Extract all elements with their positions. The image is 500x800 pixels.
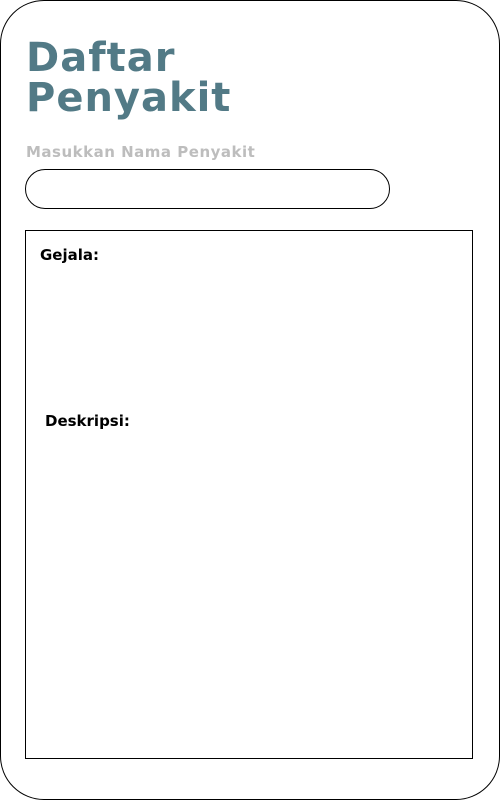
disease-name-input[interactable] — [25, 169, 390, 209]
title-line-2: Penyakit — [26, 75, 232, 121]
description-label: Deskripsi: — [45, 412, 130, 430]
page-title: Daftar Penyakit — [26, 38, 231, 118]
result-panel: Gejala: Deskripsi: — [25, 230, 473, 759]
symptoms-label: Gejala: — [40, 246, 100, 264]
disease-name-label: Masukkan Nama Penyakit — [26, 143, 256, 161]
